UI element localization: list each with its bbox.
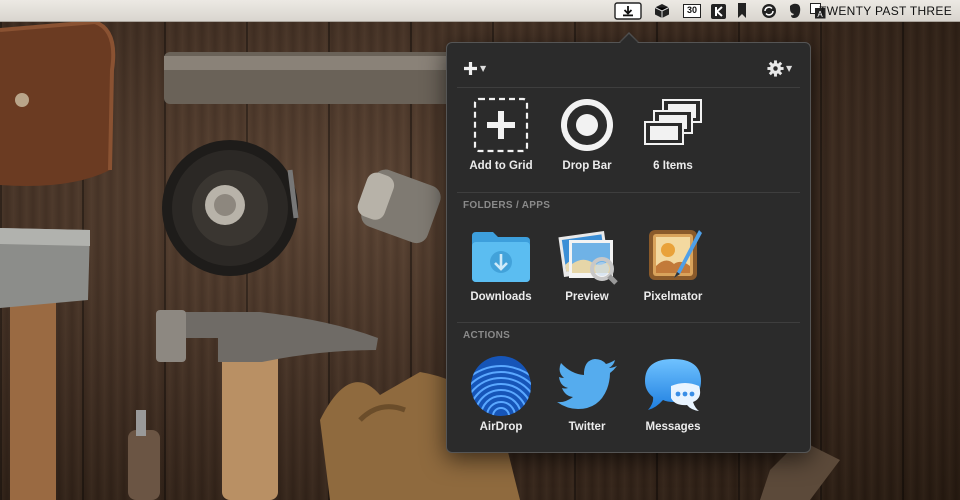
- box-icon[interactable]: [654, 3, 670, 19]
- tile-label: Messages: [645, 421, 701, 433]
- twitter-action-button[interactable]: Twitter: [544, 356, 630, 433]
- downloads-folder-button[interactable]: Downloads: [458, 226, 544, 303]
- twitter-icon: [555, 356, 619, 416]
- airdrop-icon: [469, 356, 533, 416]
- tile-label: Pixelmator: [643, 291, 703, 303]
- tile-label: 6 Items: [653, 160, 693, 172]
- dropzone-menu-icon[interactable]: [614, 2, 642, 20]
- evernote-icon[interactable]: [787, 3, 802, 19]
- drop-bar-icon: [555, 95, 619, 155]
- settings-menu-button[interactable]: ▼: [767, 57, 792, 79]
- tile-label: Downloads: [470, 291, 532, 303]
- tile-label: Drop Bar: [562, 160, 612, 172]
- chevron-down-icon: ▼: [480, 63, 487, 73]
- preview-app-button[interactable]: Preview: [544, 226, 630, 303]
- stacked-items-button[interactable]: 6 Items: [630, 95, 716, 172]
- plus-icon: [464, 61, 477, 75]
- tile-label: Preview: [565, 291, 609, 303]
- dropzone-popover: ▼ ▼ Add to Grid Drop Bar 6 Items FOLDERS…: [446, 42, 811, 453]
- bookmark-icon[interactable]: [737, 3, 747, 19]
- add-to-grid-icon: [469, 95, 533, 155]
- downloads-folder-icon: [469, 226, 533, 286]
- pixelmator-app-icon: [641, 226, 705, 286]
- popover-arrow-fill: [619, 34, 639, 44]
- pixelmator-app-button[interactable]: Pixelmator: [630, 226, 716, 303]
- messages-icon: [641, 356, 705, 416]
- divider: [457, 192, 800, 193]
- drop-bar-button[interactable]: Drop Bar: [544, 95, 630, 172]
- menu-clock[interactable]: TWENTY PAST THREE: [819, 0, 952, 22]
- messages-action-button[interactable]: Messages: [630, 356, 716, 433]
- folders-section-header: FOLDERS / APPS: [463, 200, 551, 211]
- kindle-icon[interactable]: [711, 4, 726, 19]
- add-menu-button[interactable]: ▼: [463, 57, 486, 79]
- tile-label: AirDrop: [479, 421, 523, 433]
- gear-icon: [767, 59, 784, 77]
- preview-app-icon: [555, 226, 619, 286]
- tile-label: Twitter: [568, 421, 606, 433]
- stacked-items-icon: [641, 95, 705, 155]
- calendar-icon[interactable]: 30: [683, 4, 701, 18]
- chevron-down-icon: ▼: [786, 63, 793, 73]
- tile-label: Add to Grid: [469, 160, 533, 172]
- menu-bar: 30 A TWENTY PAST THREE: [0, 0, 960, 22]
- add-to-grid-button[interactable]: Add to Grid: [458, 95, 544, 172]
- calendar-day: 30: [686, 5, 697, 15]
- airdrop-action-button[interactable]: AirDrop: [458, 356, 544, 433]
- sync-icon[interactable]: [760, 3, 778, 19]
- divider: [457, 87, 800, 88]
- divider: [457, 322, 800, 323]
- actions-section-header: ACTIONS: [463, 330, 511, 341]
